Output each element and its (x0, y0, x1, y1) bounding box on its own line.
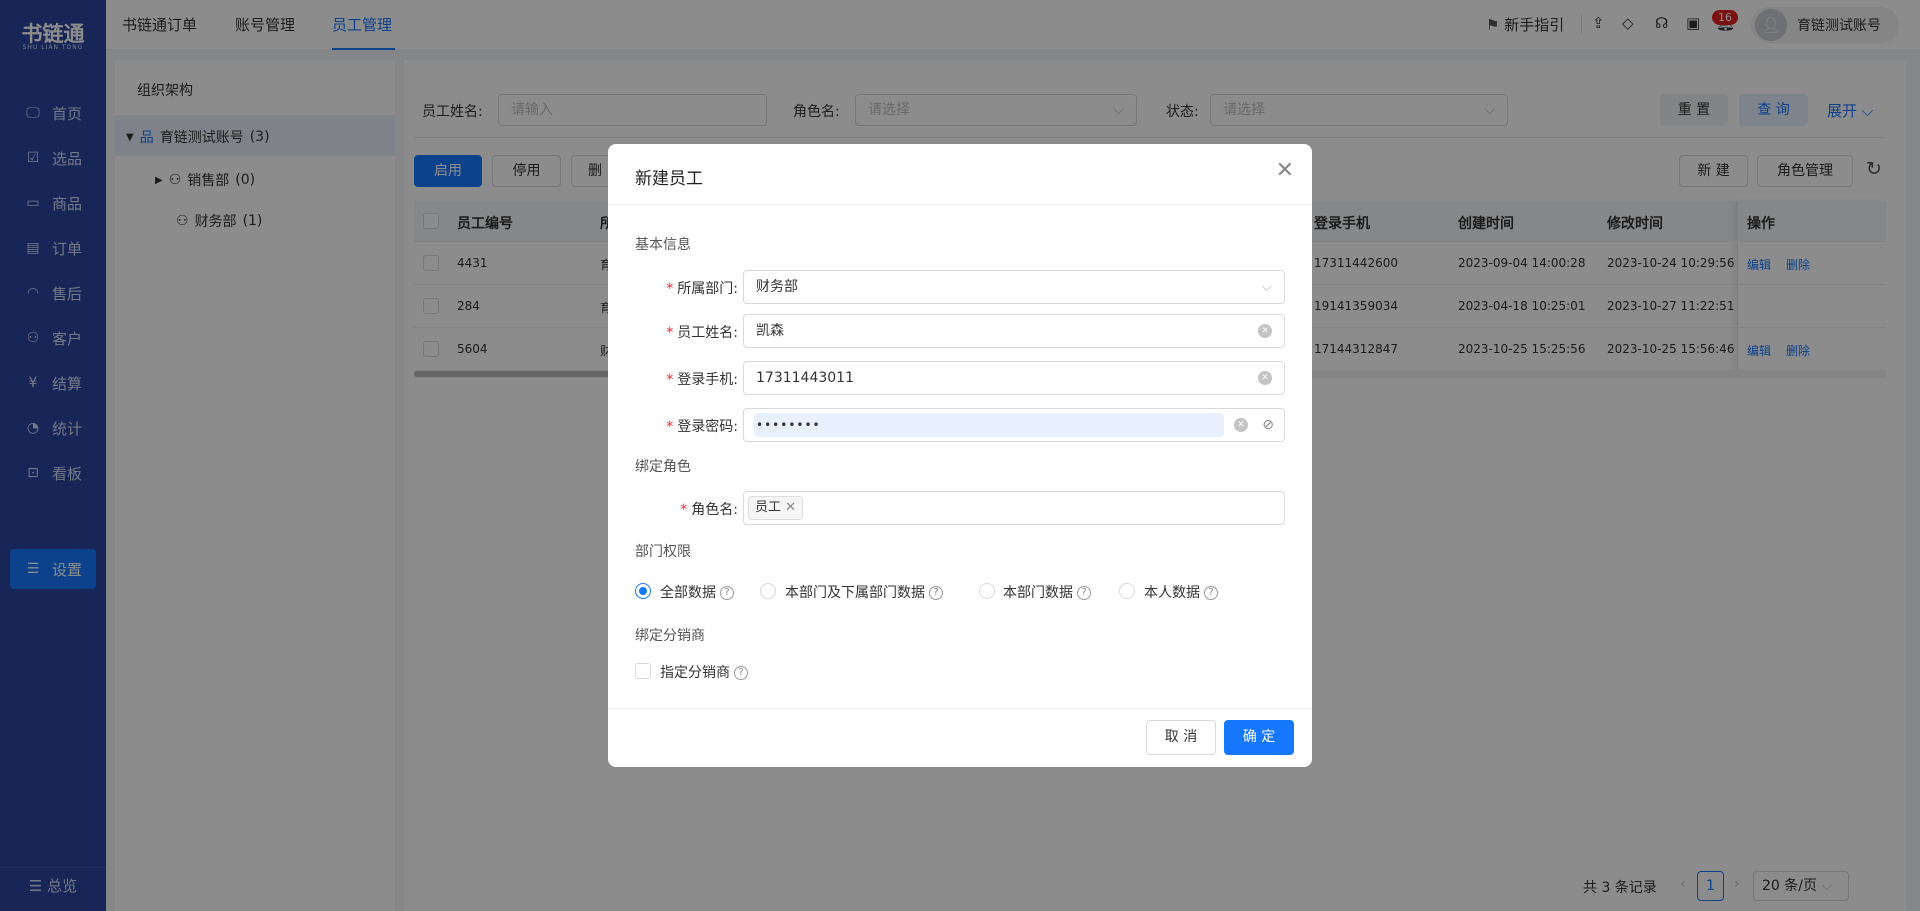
password-input[interactable]: •••••••• ✕ ⊘ (743, 408, 1285, 442)
help-icon[interactable]: ? (929, 586, 943, 600)
radio-dept-only[interactable] (979, 583, 995, 599)
eye-off-icon[interactable]: ⊘ (1262, 409, 1274, 441)
role-label: * 角色名: (608, 499, 738, 519)
help-icon[interactable]: ? (720, 586, 734, 600)
cancel-button[interactable]: 取 消 (1146, 720, 1216, 755)
password-value: •••••••• (754, 413, 1224, 437)
name-input[interactable]: 凯森 ✕ (743, 314, 1285, 348)
phone-value: 17311443011 (756, 370, 854, 386)
clear-icon[interactable]: ✕ (1258, 324, 1272, 338)
dept-select[interactable]: 财务部 ⌵ (743, 270, 1285, 304)
section-bind-role: 绑定角色 (635, 459, 691, 475)
label-text: 登录手机: (677, 372, 738, 388)
option-text: 本部门及下属部门数据 (785, 585, 925, 601)
checkbox-text: 指定分销商 (660, 665, 730, 681)
role-tag: 员工 ✕ (748, 496, 804, 520)
label-text: 员工姓名: (677, 325, 738, 341)
phone-input[interactable]: 17311443011 ✕ (743, 361, 1285, 395)
help-icon[interactable]: ? (1204, 586, 1218, 600)
label-text: 登录密码: (677, 419, 738, 435)
radio-dept-and-sub[interactable] (760, 583, 776, 599)
help-icon[interactable]: ? (734, 666, 748, 680)
required-mark: * (666, 372, 674, 388)
name-label: * 员工姓名: (608, 322, 738, 342)
chevron-down-icon: ⌵ (1261, 279, 1272, 295)
option-text: 本部门数据 (1003, 585, 1073, 601)
role-tag-label: 员工 (755, 500, 782, 515)
section-basic-info: 基本信息 (635, 237, 691, 253)
modal-footer-divider (608, 708, 1312, 709)
password-label: * 登录密码: (608, 416, 738, 436)
clear-icon[interactable]: ✕ (1234, 418, 1248, 432)
modal-header-divider (608, 204, 1312, 205)
distributor-checkbox[interactable] (635, 663, 651, 679)
dept-value: 财务部 (756, 279, 798, 295)
label-text: 角色名: (691, 502, 738, 518)
radio-dept-only-label[interactable]: 本部门数据? (1003, 582, 1091, 602)
radio-all-data-label[interactable]: 全部数据? (660, 582, 734, 602)
modal-title: 新建员工 (635, 169, 703, 189)
radio-all-data[interactable] (635, 583, 651, 599)
help-icon[interactable]: ? (1077, 586, 1091, 600)
label-text: 所属部门: (677, 281, 738, 297)
required-mark: * (666, 281, 674, 297)
required-mark: * (680, 502, 688, 518)
name-value: 凯森 (756, 323, 784, 339)
tag-close-icon[interactable]: ✕ (785, 500, 796, 515)
option-text: 全部数据 (660, 585, 716, 601)
phone-label: * 登录手机: (608, 369, 738, 389)
confirm-button[interactable]: 确 定 (1224, 720, 1294, 755)
close-icon[interactable]: ✕ (1276, 158, 1294, 183)
option-text: 本人数据 (1144, 585, 1200, 601)
role-select[interactable]: 员工 ✕ (743, 491, 1285, 525)
distributor-checkbox-label[interactable]: 指定分销商? (660, 662, 748, 682)
required-mark: * (666, 325, 674, 341)
new-staff-modal: 新建员工 ✕ 基本信息 * 所属部门: 财务部 ⌵ * 员工姓名: 凯森 ✕ * 登录手机… (608, 144, 1312, 767)
clear-icon[interactable]: ✕ (1258, 371, 1272, 385)
section-bind-distributor: 绑定分销商 (635, 628, 705, 644)
radio-self-only[interactable] (1119, 583, 1135, 599)
section-dept-permission: 部门权限 (635, 544, 691, 560)
radio-dept-and-sub-label[interactable]: 本部门及下属部门数据? (785, 582, 943, 602)
radio-self-only-label[interactable]: 本人数据? (1144, 582, 1218, 602)
dept-label: * 所属部门: (608, 278, 738, 298)
required-mark: * (666, 419, 674, 435)
